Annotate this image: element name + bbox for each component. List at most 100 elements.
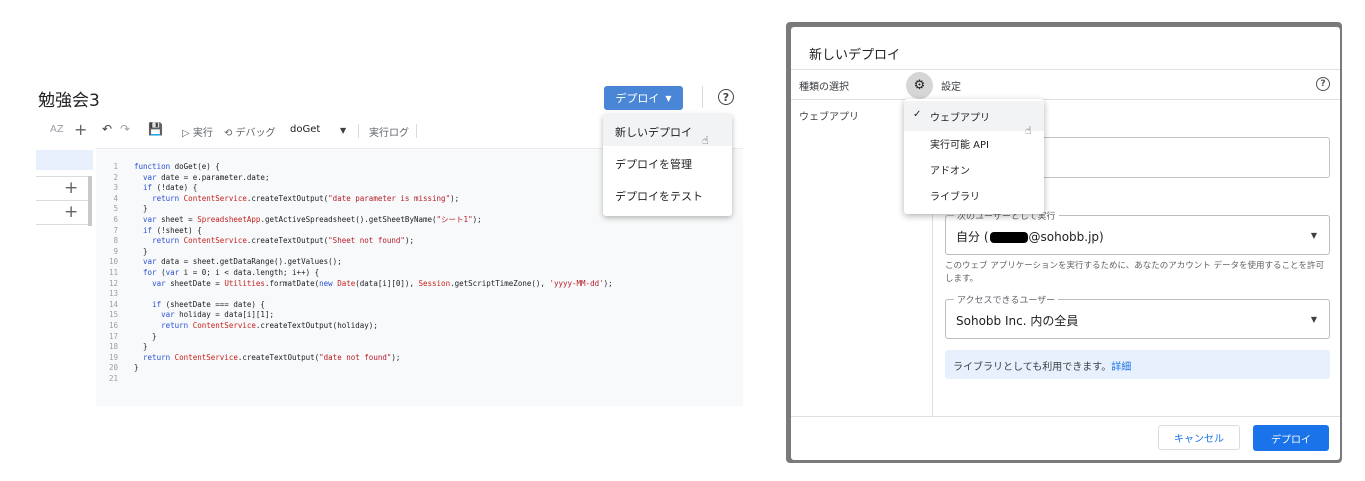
code-text: var sheetDate = Utilities.formatDate(new… (152, 278, 613, 288)
code-line: 1 function doGet(e) { (96, 162, 613, 173)
function-select[interactable]: doGet (290, 124, 320, 135)
divider (416, 124, 417, 138)
type-select-label: 種類の選択 (799, 82, 849, 93)
line-number: 14 (108, 299, 118, 309)
deploy-button[interactable]: デプロイ ▼ (604, 86, 683, 110)
divider (791, 99, 1340, 100)
hand-cursor-icon: ☝ (702, 134, 709, 147)
line-number: 20 (108, 363, 118, 373)
menu-item-library[interactable]: ライブラリ (930, 188, 980, 203)
code-text: for (var i = 0; i < data.length; i++) { (143, 267, 320, 277)
line-number: 16 (108, 320, 118, 330)
code-text: var sheet = SpreadsheetApp.getActiveSpre… (143, 214, 482, 224)
menu-item-new-deploy[interactable]: 新しいデプロイ (615, 124, 692, 140)
execute-as-prefix: 自分 ( (956, 230, 989, 244)
code-line: 13 (96, 289, 613, 300)
code-text: } (134, 331, 157, 341)
code-line: 11 for (var i = 0; i < data.length; i++)… (96, 268, 613, 279)
help-icon[interactable]: ? (718, 89, 734, 105)
line-number: 4 (113, 193, 118, 203)
line-number: 6 (113, 214, 118, 224)
execute-as-select[interactable]: 次のユーザーとして実行 自分 (@sohobb.jp) ▼ (945, 209, 1330, 255)
deploy-button-label: デプロイ (615, 92, 660, 105)
cancel-button[interactable]: キャンセル (1158, 425, 1240, 450)
code-line: 20} (96, 363, 613, 374)
line-number: 21 (108, 373, 118, 383)
code-line: 8 return ContentService.createTextOutput… (96, 236, 613, 247)
line-number: 9 (113, 246, 118, 256)
code-line: 12 var sheetDate = Utilities.formatDate(… (96, 279, 613, 290)
code-text: return ContentService.createTextOutput("… (152, 193, 460, 203)
line-number: 19 (108, 352, 118, 362)
hand-cursor-icon: ☝ (1025, 124, 1032, 137)
line-number: 7 (113, 225, 118, 235)
code-line: 2 var date = e.parameter.date; (96, 173, 613, 184)
code-text: } (134, 363, 139, 373)
code-text: function doGet(e) { (134, 162, 220, 171)
sort-az-icon[interactable]: AZ (50, 124, 64, 135)
add-file-icon[interactable]: + (74, 120, 87, 139)
code-text: var data = sheet.getDataRange().getValue… (143, 257, 342, 267)
code-text: if (!date) { (143, 183, 198, 193)
execution-log-button[interactable]: 実行ログ (369, 124, 409, 139)
code-text: } (134, 342, 148, 352)
help-icon[interactable]: ? (1316, 77, 1330, 91)
check-icon: ✓ (913, 109, 922, 120)
line-number: 5 (113, 204, 118, 214)
run-button[interactable]: ▷ 実行 (182, 124, 213, 139)
code-text: if (!sheet) { (143, 225, 202, 235)
menu-item-manage-deploy[interactable]: デプロイを管理 (615, 156, 692, 172)
code-line: 16 return ContentService.createTextOutpu… (96, 321, 613, 332)
code-text: var date = e.parameter.date; (143, 172, 270, 182)
selected-file[interactable] (36, 150, 93, 170)
execute-as-value: 自分 ( @sohobb.jp) (956, 228, 1104, 245)
deploy-menu: 新しいデプロイ デプロイを管理 デプロイをテスト (603, 114, 732, 216)
line-number: 8 (113, 236, 118, 246)
code-line: 14 if (sheetDate === date) { (96, 300, 613, 311)
redo-icon[interactable]: ↷ (120, 122, 130, 136)
divider (36, 200, 91, 201)
execute-as-help: このウェブ アプリケーションを実行するために、あなたのアカウント データを使用す… (945, 261, 1324, 284)
menu-item-test-deploy[interactable]: デプロイをテスト (615, 188, 703, 204)
code-line: 10 var data = sheet.getDataRange().getVa… (96, 257, 613, 268)
code-text: } (134, 246, 148, 256)
line-number: 1 (113, 162, 118, 171)
save-icon[interactable]: 💾 (148, 122, 163, 136)
new-deploy-dialog: 新しいデプロイ 種類の選択 ⚙ 設定 ? ウェブアプリ 次のユーザーとして実行 … (791, 27, 1340, 460)
code-line: 7 if (!sheet) { (96, 226, 613, 237)
line-number: 12 (108, 278, 118, 288)
menu-item-addon[interactable]: アドオン (930, 162, 970, 177)
access-select[interactable]: アクセスできるユーザー Sohobb Inc. 内の全員 ▼ (945, 293, 1330, 339)
undo-icon[interactable]: ↶ (102, 122, 112, 136)
code-text: return ContentService.createTextOutput("… (143, 352, 401, 362)
info-message: ライブラリとしても利用できます。 (953, 362, 1112, 373)
gear-icon[interactable]: ⚙ (906, 72, 933, 99)
scrollbar[interactable] (88, 176, 92, 226)
redacted-email (989, 232, 1028, 243)
deploy-type-menu: ✓ ウェブアプリ 実行可能 API アドオン ライブラリ (904, 99, 1044, 214)
access-value: Sohobb Inc. 内の全員 (956, 314, 1079, 328)
code-text: } (134, 204, 148, 214)
code-text: return ContentService.createTextOutput("… (152, 236, 414, 246)
code-line: 15 var holiday = data[i][1]; (96, 310, 613, 321)
details-link[interactable]: 詳細 (1111, 362, 1131, 373)
caret-down-icon[interactable]: ▼ (340, 126, 346, 135)
menu-item-webapp[interactable]: ウェブアプリ (930, 109, 990, 124)
add-service-icon[interactable]: + (64, 202, 78, 222)
code-line: 4 return ContentService.createTextOutput… (96, 194, 613, 205)
debug-button[interactable]: ⟲ デバッグ (224, 124, 276, 139)
caret-down-icon: ▼ (665, 93, 672, 103)
dialog-title: 新しいデプロイ (809, 48, 901, 63)
add-library-icon[interactable]: + (64, 178, 78, 198)
project-title[interactable]: 勉強会3 (38, 86, 100, 111)
line-number: 13 (108, 289, 118, 299)
divider (702, 86, 703, 108)
execute-as-suffix: @sohobb.jp) (1028, 230, 1104, 244)
deploy-type-webapp[interactable]: ウェブアプリ (799, 108, 859, 123)
code-line: 19 return ContentService.createTextOutpu… (96, 353, 613, 364)
deploy-confirm-button[interactable]: デプロイ (1253, 425, 1329, 451)
menu-item-api[interactable]: 実行可能 API (930, 136, 989, 151)
code-lines: 1 function doGet(e) { 2 var date = e.param… (96, 162, 613, 384)
divider (36, 224, 91, 225)
code-line: 3 if (!date) { (96, 183, 613, 194)
